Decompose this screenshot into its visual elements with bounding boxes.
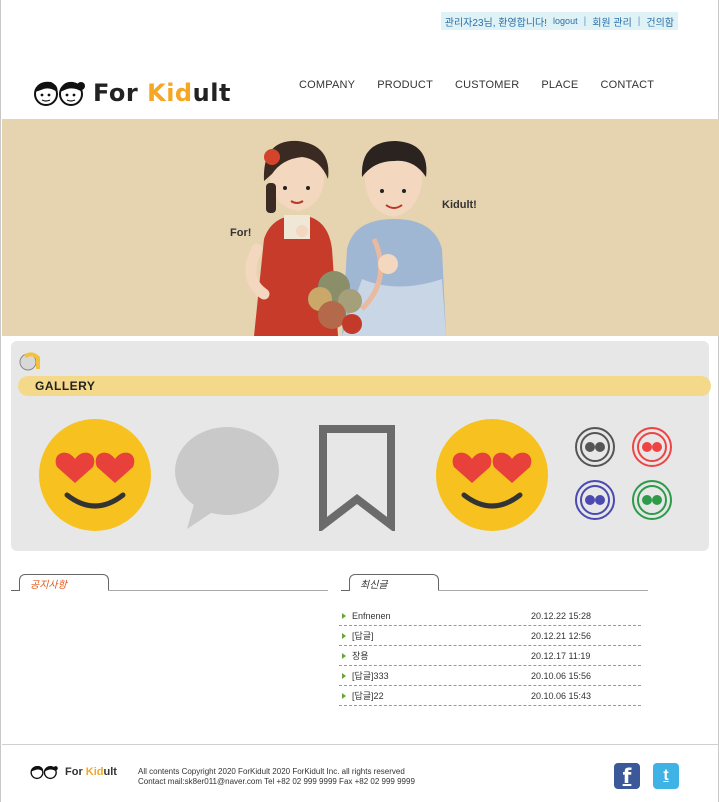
nav-customer[interactable]: CUSTOMER	[455, 79, 519, 91]
list-item[interactable]: [답글] 20.12.21 12:56	[339, 626, 641, 646]
kids-faces-icon	[34, 81, 85, 106]
gallery-section: GALLERY	[11, 341, 711, 551]
list-item[interactable]: [답글]22 20.10.06 15:43	[339, 686, 641, 706]
post-title[interactable]: Enfnenen	[352, 611, 531, 621]
nav-company[interactable]: COMPANY	[299, 79, 355, 91]
page: 관리자23님, 환영합니다! logout | 회원 관리 | 건의함 For …	[0, 0, 719, 802]
logo-text: For Kidult	[93, 79, 231, 107]
list-item[interactable]: Enfnenen 20.12.22 15:28	[339, 606, 641, 626]
list-item[interactable]: 장용 20.12.17 11:19	[339, 646, 641, 666]
twitter-icon[interactable]: t	[653, 763, 679, 789]
post-date: 20.12.21 12:56	[531, 630, 592, 641]
footer-logo[interactable]: For Kidult	[29, 764, 117, 780]
logo-ult: ult	[192, 79, 231, 107]
footer-info: All contents Copyright 2020 ForKidult 20…	[138, 767, 415, 787]
post-date: 20.12.22 15:28	[531, 610, 592, 621]
greeting-text: 관리자23님, 환영합니다!	[444, 17, 548, 29]
nav-product[interactable]: PRODUCT	[377, 79, 433, 91]
suggestions-link[interactable]: 건의함	[646, 14, 674, 29]
post-title[interactable]: 장용	[352, 649, 531, 662]
recent-posts-list: Enfnenen 20.12.22 15:28 [답글] 20.12.21 12…	[339, 606, 641, 706]
nav-place[interactable]: PLACE	[541, 79, 578, 91]
kids-faces-icon	[30, 765, 58, 780]
logo-for: For	[93, 79, 148, 107]
tab-notice[interactable]: 공지사항	[19, 574, 109, 591]
footer-divider	[2, 744, 719, 745]
contact-text: Contact mail:sk8er011@naver.com Tel +82 …	[138, 777, 415, 786]
post-title[interactable]: [답글]22	[352, 689, 531, 702]
kids-stamps-icon[interactable]	[573, 427, 677, 521]
bullet-arrow-icon	[342, 652, 346, 659]
gallery-title-bar: GALLERY	[18, 376, 711, 396]
bookmark-icon[interactable]	[317, 425, 397, 531]
separator: |	[583, 15, 587, 27]
logo-ult: ult	[103, 766, 117, 778]
tab-underline	[108, 590, 328, 591]
bullet-arrow-icon	[342, 672, 346, 679]
bullet-arrow-icon	[342, 612, 346, 619]
gallery-title: GALLERY	[35, 379, 96, 393]
logo-kid: Kid	[147, 79, 193, 107]
separator: |	[637, 15, 641, 27]
copyright-text: All contents Copyright 2020 ForKidult 20…	[138, 767, 405, 776]
site-logo[interactable]: For Kidult	[31, 78, 231, 108]
post-title[interactable]: [답글]	[352, 629, 531, 642]
hero-banner: For! Kidult!	[2, 119, 719, 336]
facebook-icon[interactable]: f	[614, 763, 640, 789]
heart-eyes-emoji-icon[interactable]	[434, 417, 550, 533]
user-bar: 관리자23님, 환영합니다! logout | 회원 관리 | 건의함	[440, 12, 678, 30]
logout-link[interactable]: logout	[553, 16, 578, 26]
post-date: 20.10.06 15:56	[531, 670, 592, 681]
hero-label-kidult: Kidult!	[442, 199, 477, 211]
list-item[interactable]: [답글]333 20.10.06 15:56	[339, 666, 641, 686]
nav-contact[interactable]: CONTACT	[600, 79, 654, 91]
tab-underline	[438, 590, 648, 591]
kids-illustration	[245, 140, 446, 336]
logo-for: For	[65, 766, 86, 778]
footer-logo-text: For Kidult	[65, 766, 117, 778]
tab-recent-posts[interactable]: 최신글	[349, 574, 439, 591]
bullet-arrow-icon	[342, 632, 346, 639]
post-date: 20.10.06 15:43	[531, 690, 592, 701]
gallery-bulb-icon	[19, 352, 40, 371]
logo-kid: Kid	[85, 766, 104, 778]
chat-bubble-icon[interactable]	[173, 423, 281, 531]
post-date: 20.12.17 11:19	[531, 650, 591, 661]
main-nav: COMPANY PRODUCT CUSTOMER PLACE CONTACT	[299, 79, 654, 91]
member-admin-link[interactable]: 회원 관리	[592, 14, 632, 29]
post-title[interactable]: [답글]333	[352, 669, 531, 682]
hero-label-for: For!	[230, 227, 252, 239]
bullet-arrow-icon	[342, 692, 346, 699]
heart-eyes-emoji-icon[interactable]	[37, 417, 153, 533]
